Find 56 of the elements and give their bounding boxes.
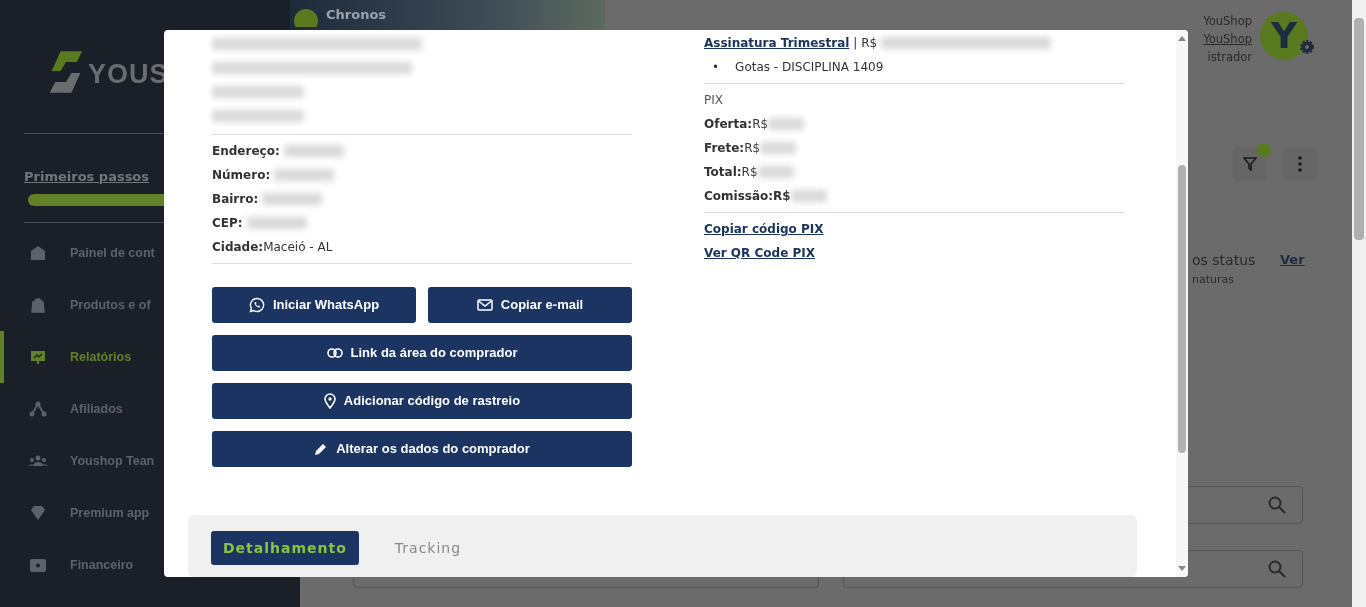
payment-method: PIX <box>704 92 724 109</box>
modal-scrollbar[interactable] <box>1176 30 1188 577</box>
action-button[interactable]: Iniciar WhatsApp <box>212 287 416 323</box>
search-icon <box>1268 496 1286 514</box>
card-title: os status <box>1192 252 1256 268</box>
redacted-block <box>757 166 794 178</box>
kebab-icon <box>1298 156 1302 172</box>
network-icon <box>28 399 48 419</box>
tab[interactable]: Tracking <box>382 531 474 565</box>
action-button[interactable]: Adicionar código de rastreio <box>212 383 632 419</box>
user-role: istrador <box>1206 49 1252 66</box>
product-link[interactable]: Assinatura Trimestral <box>704 34 850 52</box>
search-icon <box>1268 560 1286 578</box>
bullet: • <box>712 59 720 76</box>
card-subtitle: naturas <box>1192 272 1235 288</box>
pencil-icon <box>314 442 329 456</box>
envelope-icon <box>476 298 493 312</box>
action-button[interactable]: Alterar os dados do comprador <box>212 431 632 467</box>
tab[interactable]: Detalhamento <box>211 531 359 565</box>
address-row: Número: <box>212 163 632 187</box>
scroll-down-icon[interactable] <box>1178 566 1186 572</box>
link-icon <box>326 348 343 358</box>
payment-row: Total:R$ <box>704 160 1124 184</box>
redacted-block <box>790 190 827 202</box>
payment-row: Comissão:R$ <box>704 184 1124 208</box>
payment-row: Oferta:R$ <box>704 112 1124 136</box>
address-row: Bairro: <box>212 187 632 211</box>
payment-row: Frete:R$ <box>704 136 1124 160</box>
redacted-block <box>760 142 797 154</box>
view-link[interactable]: Ver <box>1280 250 1305 270</box>
action-button[interactable]: Copiar e-mail <box>428 287 632 323</box>
address-row-text: Cidade:Maceió - AL <box>212 239 334 256</box>
logo-icon <box>48 48 84 96</box>
payment-link[interactable]: Ver QR Code PIX <box>704 244 815 262</box>
address-row: CEP: <box>212 211 632 235</box>
user-name: YouShop <box>1203 13 1252 30</box>
action-button[interactable]: Link da área do comprador <box>212 335 632 371</box>
payment-link[interactable]: Copiar código PIX <box>704 220 824 238</box>
logo-text: YOUS <box>88 58 169 91</box>
house-icon <box>28 243 48 263</box>
avatar[interactable]: Y <box>1260 12 1308 60</box>
user-link[interactable]: YouShop <box>1203 30 1252 48</box>
location-pin-icon <box>323 393 336 409</box>
product-item: Gotas - DISCIPLINA 1409 <box>735 59 884 76</box>
bag-icon <box>28 295 48 315</box>
more-button[interactable] <box>1283 147 1317 181</box>
product-price: | R$ <box>853 35 878 52</box>
banner-title: Chronos <box>326 6 387 25</box>
address-row: Endereço: <box>212 139 632 163</box>
scroll-up-icon[interactable] <box>1178 35 1186 41</box>
whatsapp-icon <box>248 297 265 313</box>
settings-icon[interactable] <box>1300 40 1314 54</box>
guide-link[interactable]: Primeiros passos <box>24 169 150 184</box>
filter-icon <box>1243 157 1257 171</box>
page-scrollbar[interactable] <box>1352 0 1366 607</box>
redacted-block <box>768 118 805 130</box>
